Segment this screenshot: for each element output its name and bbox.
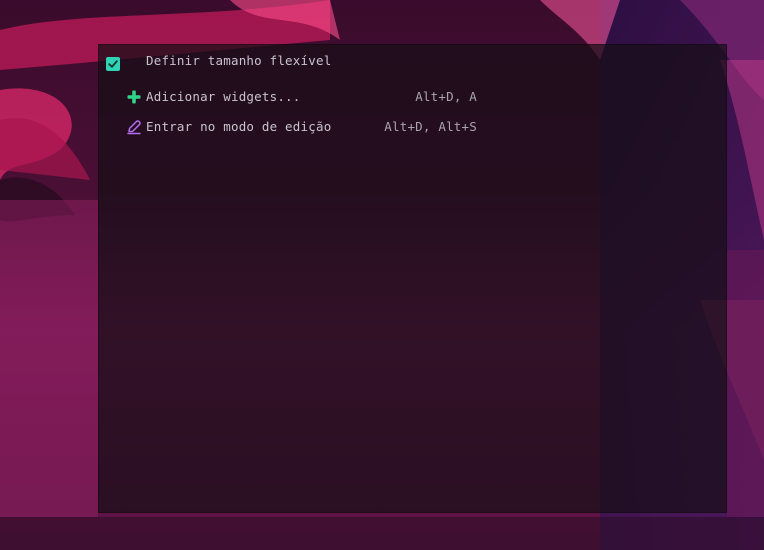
menu-item-shortcut: Alt+D, A <box>415 89 477 104</box>
checkbox-checked-icon[interactable] <box>106 57 120 71</box>
menu-item-add-widgets[interactable]: Adicionar widgets... Alt+D, A <box>99 85 499 109</box>
menu-item-label: Adicionar widgets... <box>146 89 301 104</box>
menu-item-edit-mode[interactable]: Entrar no modo de edição Alt+D, Alt+S <box>99 115 499 139</box>
context-menu-panel: Definir tamanho flexível Adicionar widge… <box>98 44 727 513</box>
menu-item-label: Definir tamanho flexível <box>146 53 332 68</box>
taskbar-strip <box>0 517 764 550</box>
plus-icon <box>126 89 142 105</box>
pencil-icon <box>126 119 142 135</box>
menu-item-label: Entrar no modo de edição <box>146 119 332 134</box>
menu-item-flexible-size[interactable]: Definir tamanho flexível <box>99 49 499 73</box>
menu-item-shortcut: Alt+D, Alt+S <box>384 119 477 134</box>
